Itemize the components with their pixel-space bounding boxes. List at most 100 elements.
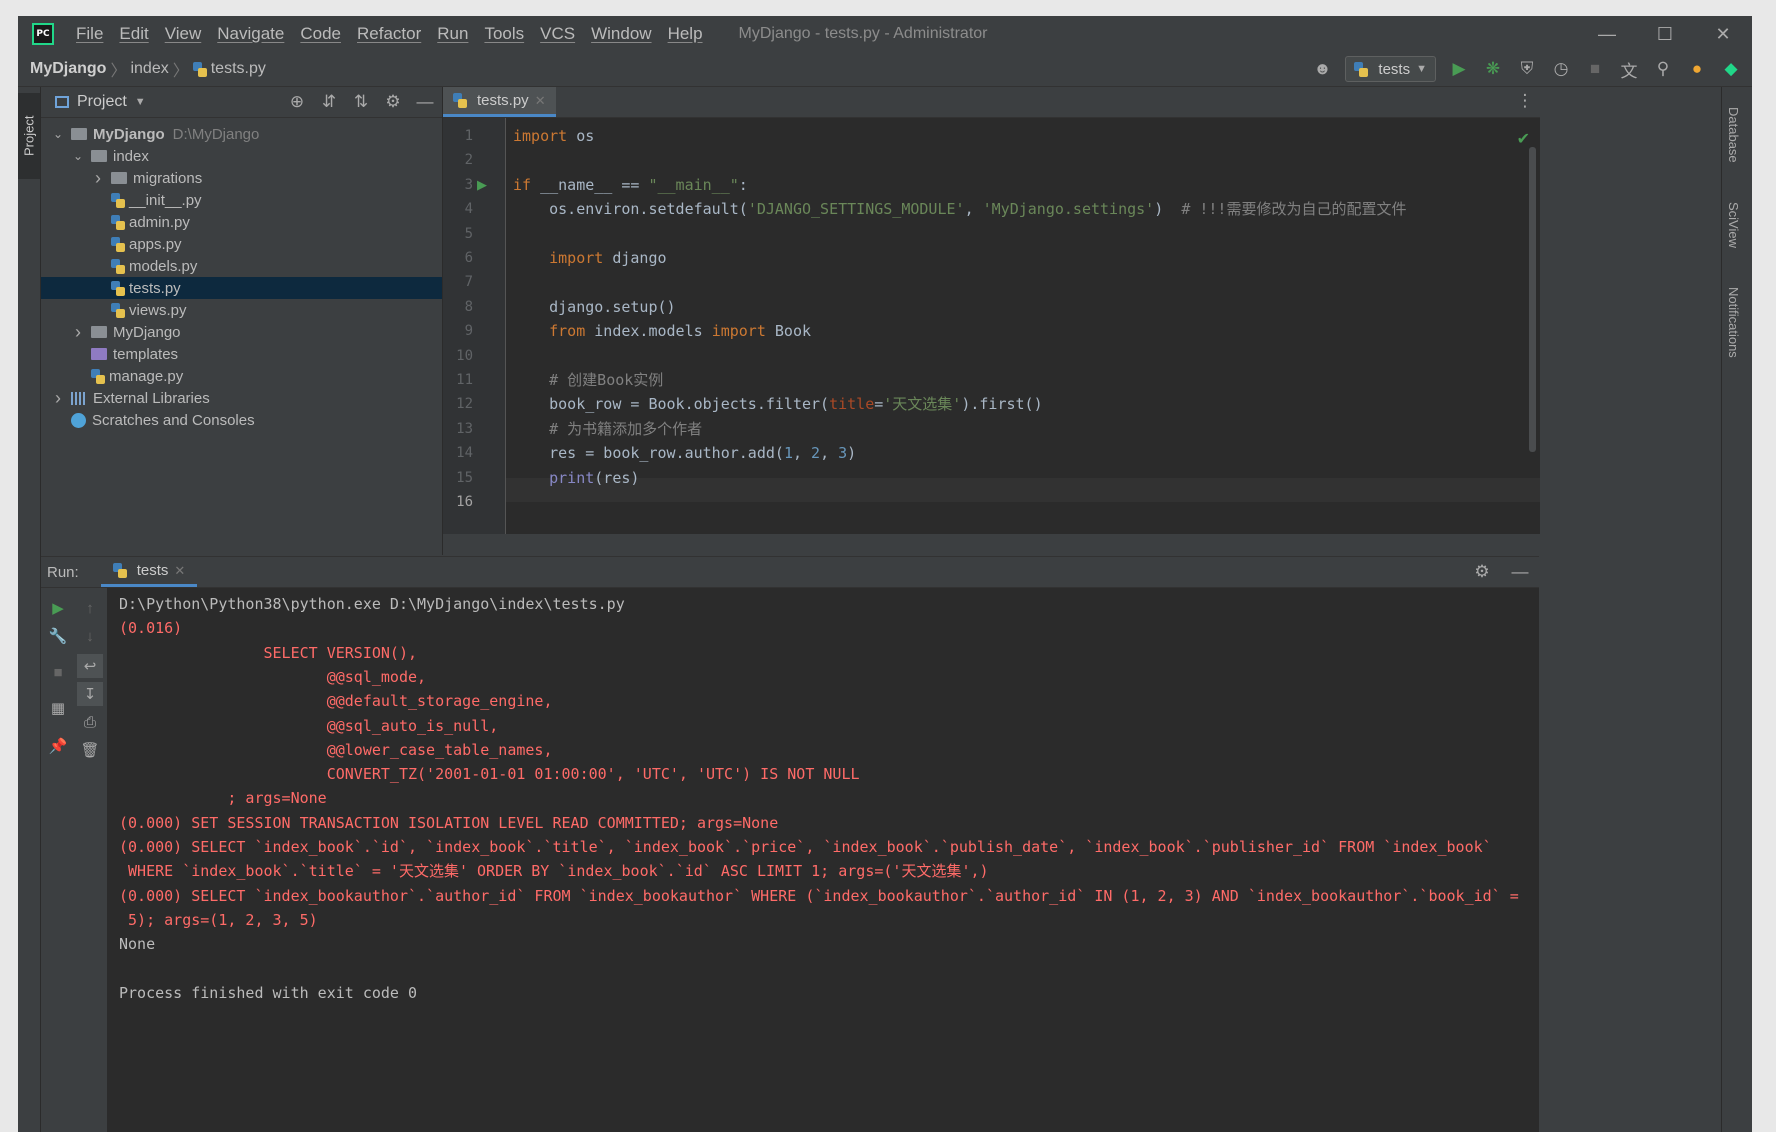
- close-tab-icon[interactable]: ✕: [174, 563, 185, 579]
- menu-refactor[interactable]: Refactor: [349, 24, 429, 44]
- tree-item[interactable]: › External Libraries: [41, 387, 442, 409]
- menu-view[interactable]: View: [157, 24, 210, 44]
- python-file-icon: [111, 236, 125, 252]
- maximize-icon[interactable]: ☐: [1636, 16, 1694, 52]
- menu-edit[interactable]: Edit: [111, 24, 156, 44]
- down-arrow-icon[interactable]: ↓: [77, 624, 103, 648]
- hide-icon[interactable]: —: [414, 92, 436, 112]
- menu-help[interactable]: Help: [660, 24, 711, 44]
- project-tool-tab[interactable]: Project: [18, 93, 40, 179]
- menu-tools[interactable]: Tools: [476, 24, 532, 44]
- code-line: # 为书籍添加多个作者: [513, 417, 702, 441]
- editor-scrollbar[interactable]: [1529, 147, 1536, 452]
- tree-item[interactable]: ⌄ MyDjango D:\MyDjango: [41, 123, 442, 145]
- stop-icon[interactable]: ■: [45, 660, 71, 684]
- line-number: 16: [456, 494, 473, 510]
- profile-icon[interactable]: ◷: [1550, 59, 1572, 79]
- editor-tab[interactable]: tests.py ✕: [443, 87, 556, 117]
- tree-item[interactable]: › migrations: [41, 167, 442, 189]
- coverage-icon[interactable]: ⛨: [1516, 59, 1538, 79]
- scroll-to-end-icon[interactable]: ↧: [77, 682, 103, 706]
- chevron-down-icon[interactable]: ⌄: [51, 127, 65, 141]
- close-tab-icon[interactable]: ✕: [535, 93, 546, 109]
- window-title: MyDjango - tests.py - Administrator: [738, 25, 988, 42]
- project-view-select[interactable]: Project ▼: [55, 93, 146, 111]
- run-tab[interactable]: tests ✕: [100, 557, 198, 587]
- rerun-icon[interactable]: ▶: [45, 596, 71, 620]
- debug-icon[interactable]: ❋: [1482, 59, 1504, 79]
- breadcrumb-file[interactable]: tests.py: [211, 60, 266, 78]
- trash-icon[interactable]: 🗑: [77, 738, 103, 762]
- sciview-tool-tab[interactable]: SciView: [1726, 202, 1741, 248]
- expand-all-icon[interactable]: ⇵: [318, 92, 340, 112]
- tree-item-label: External Libraries: [93, 389, 210, 407]
- tree-item[interactable]: views.py: [41, 299, 442, 321]
- tree-item-label: apps.py: [129, 235, 182, 253]
- more-options-icon[interactable]: ⋮: [1514, 91, 1536, 111]
- folder-icon: [91, 150, 107, 162]
- editor-tabs: tests.py ✕ ⋮: [443, 87, 1540, 118]
- stop-icon[interactable]: ■: [1584, 59, 1606, 79]
- run-icon[interactable]: ▶: [1448, 59, 1470, 79]
- tree-item[interactable]: tests.py: [41, 277, 442, 299]
- code-editor[interactable]: import os if __name__ == "__main__": os.e…: [513, 118, 1540, 534]
- tree-item[interactable]: templates: [41, 343, 442, 365]
- gear-icon[interactable]: ⚙: [1471, 562, 1493, 582]
- up-arrow-icon[interactable]: ↑: [77, 596, 103, 620]
- locate-icon[interactable]: ⊕: [286, 92, 308, 112]
- code-token: __name__ ==: [531, 175, 649, 194]
- tree-item[interactable]: models.py: [41, 255, 442, 277]
- wrench-icon[interactable]: 🔧: [45, 624, 71, 648]
- tree-item[interactable]: admin.py: [41, 211, 442, 233]
- run-configuration-select[interactable]: tests ▼: [1345, 56, 1436, 82]
- chevron-right-icon[interactable]: ›: [91, 168, 105, 189]
- tree-item[interactable]: __init__.py: [41, 189, 442, 211]
- hide-icon[interactable]: —: [1509, 562, 1531, 582]
- chevron-right-icon[interactable]: ›: [71, 322, 85, 343]
- no-problems-check-icon[interactable]: ✔: [1517, 129, 1530, 149]
- notifications-tool-tab[interactable]: Notifications: [1726, 287, 1741, 358]
- run-side-toolbar: ▶ ↑ 🔧 ↓ ■ ↩ ↧ ▦ ⎙ 📌 🗑: [41, 588, 107, 1132]
- collapse-all-icon[interactable]: ⇅: [350, 92, 372, 112]
- print-icon[interactable]: ⎙: [77, 710, 103, 734]
- chevron-right-icon[interactable]: ›: [51, 388, 65, 409]
- user-account-icon[interactable]: ☻: [1311, 59, 1333, 79]
- gear-icon[interactable]: ⚙: [382, 92, 404, 112]
- menu-file[interactable]: File: [68, 24, 111, 44]
- menu-code[interactable]: Code: [292, 24, 349, 44]
- breadcrumb-folder[interactable]: index: [130, 60, 168, 78]
- menu-run[interactable]: Run: [429, 24, 476, 44]
- pin-icon[interactable]: 📌: [45, 734, 71, 758]
- search-icon[interactable]: ⚲: [1652, 59, 1674, 79]
- tree-item[interactable]: apps.py: [41, 233, 442, 255]
- breadcrumb-project[interactable]: MyDjango: [30, 60, 106, 78]
- database-tool-tab[interactable]: Database: [1726, 107, 1741, 163]
- tree-item-label: __init__.py: [129, 191, 202, 209]
- chevron-down-icon[interactable]: ⌄: [71, 149, 85, 163]
- translate-icon[interactable]: 文: [1618, 57, 1640, 82]
- close-icon[interactable]: ✕: [1694, 16, 1752, 52]
- menu-navigate[interactable]: Navigate: [209, 24, 292, 44]
- run-gutter-icon[interactable]: ▶: [477, 177, 487, 193]
- run-panel-tools: ⚙ —: [1471, 557, 1531, 587]
- menu-window[interactable]: Window: [583, 24, 659, 44]
- pycharm-logo-icon[interactable]: PC: [32, 23, 54, 45]
- tree-item[interactable]: ⌄ index: [41, 145, 442, 167]
- layout-icon[interactable]: ▦: [45, 696, 71, 720]
- python-file-icon: [111, 280, 125, 296]
- menu-vcs[interactable]: VCS: [532, 24, 583, 44]
- console-output[interactable]: D:\Python\Python38\python.exe D:\MyDjang…: [107, 588, 1539, 1132]
- code-token: print: [549, 468, 595, 487]
- run-panel-label: Run:: [47, 563, 79, 581]
- tree-item[interactable]: Scratches and Consoles: [41, 409, 442, 431]
- tree-item[interactable]: manage.py: [41, 365, 442, 387]
- breadcrumb-separator: 〉: [110, 63, 127, 80]
- tree-item[interactable]: › MyDjango: [41, 321, 442, 343]
- soft-wrap-icon[interactable]: ↩: [77, 654, 103, 678]
- update-icon[interactable]: ●: [1686, 59, 1708, 79]
- project-panel-title: Project: [77, 93, 127, 110]
- jetbrains-ai-icon[interactable]: ◆: [1720, 59, 1742, 79]
- minimize-icon[interactable]: —: [1578, 16, 1636, 52]
